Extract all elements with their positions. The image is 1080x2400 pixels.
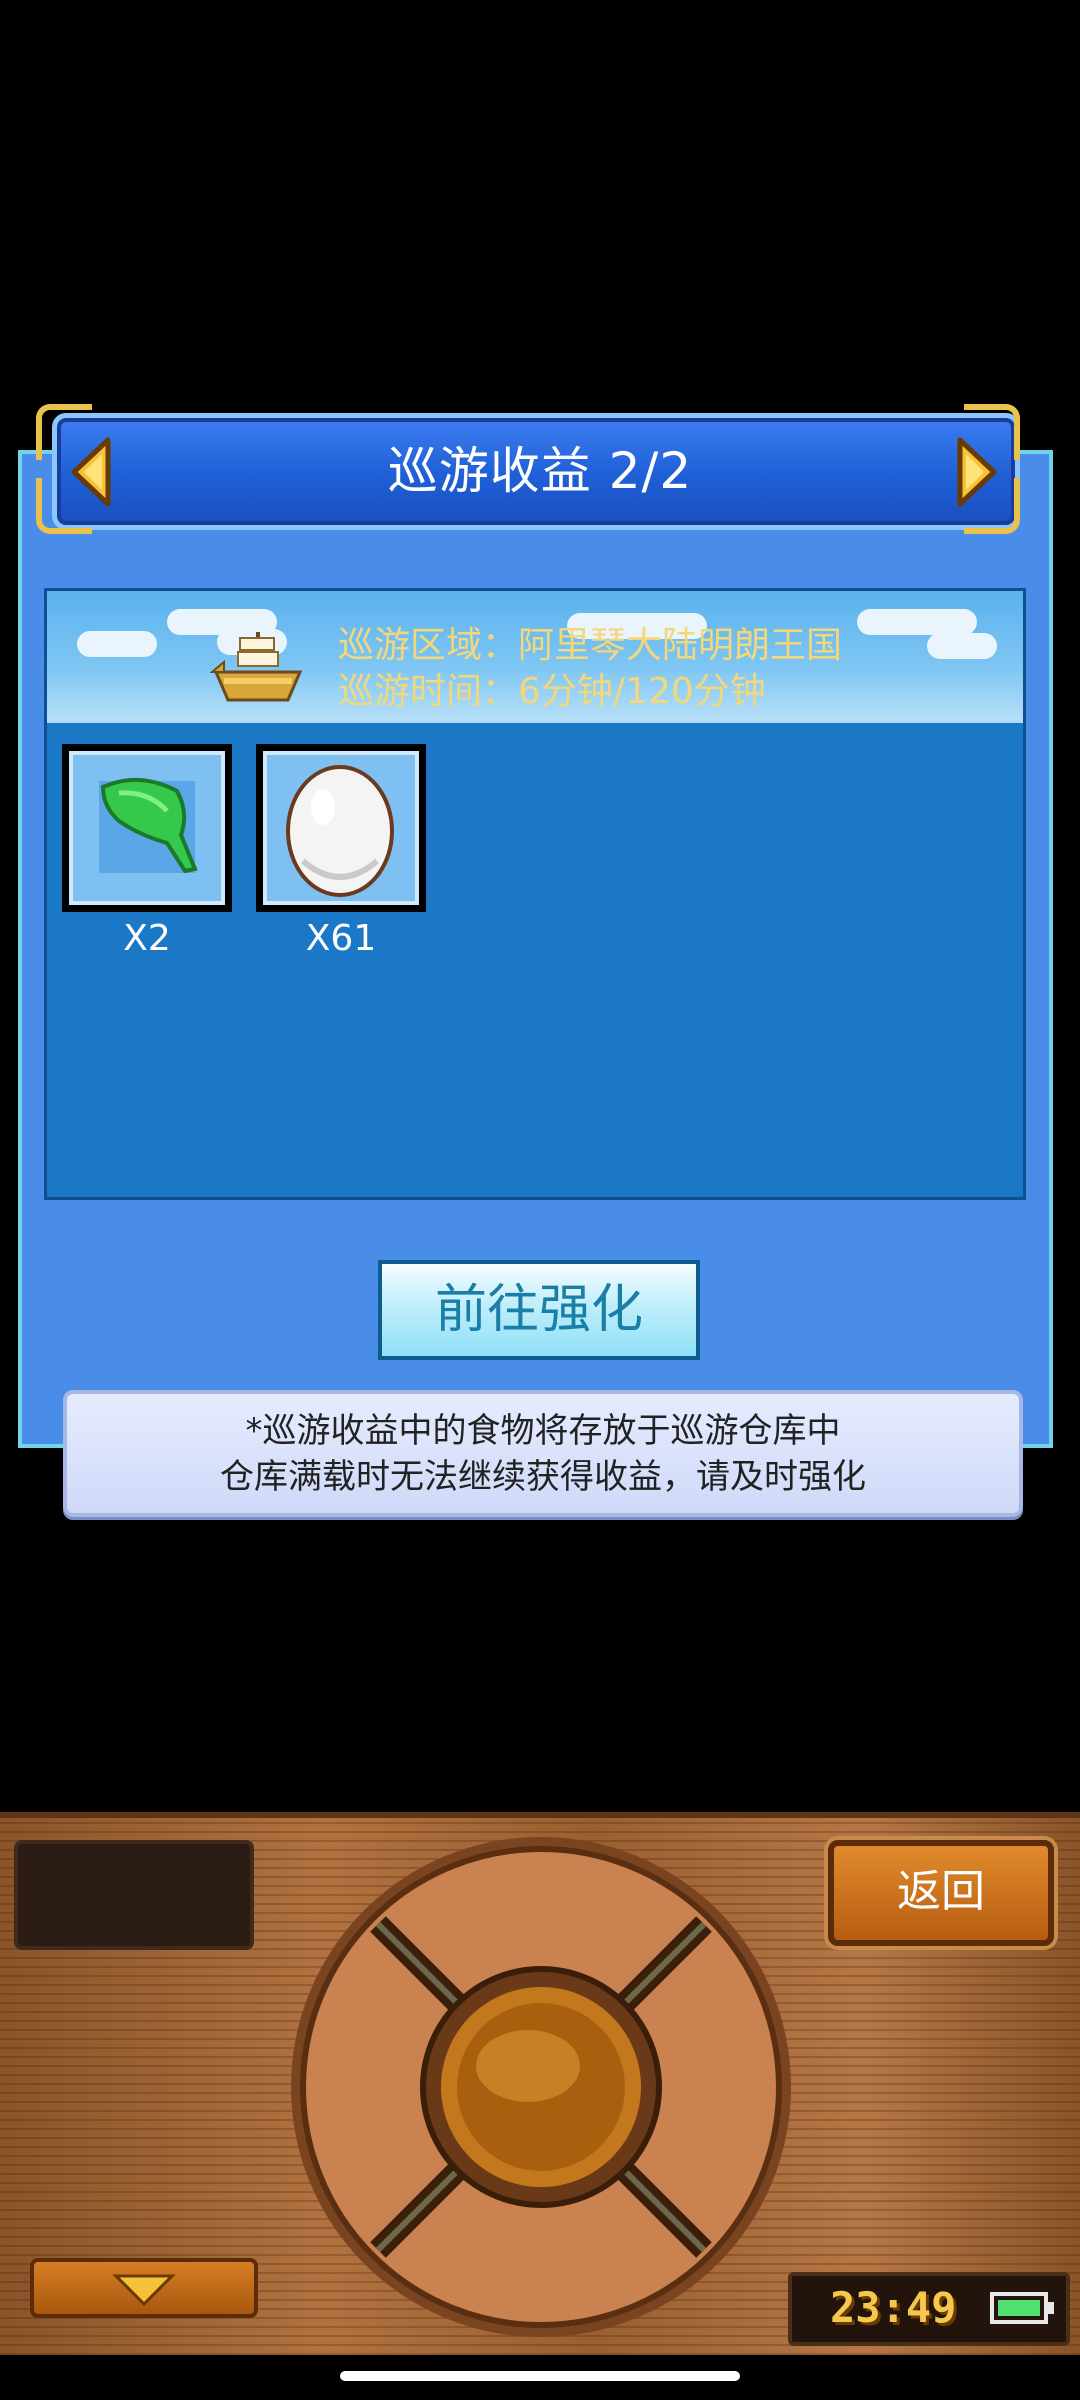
cruise-region-text: 巡游区域：阿里琴大陆明朗王国 — [338, 625, 843, 666]
reward-item-count: X61 — [305, 918, 377, 959]
cruise-ship-icon — [210, 632, 303, 702]
cruise-time-text: 巡游时间：6分钟/120分钟 — [338, 671, 766, 712]
storage-notice: *巡游收益中的食物将存放于巡游仓库中 仓库满载时无法继续获得收益，请及时强化 — [63, 1390, 1023, 1517]
go-strengthen-button[interactable]: 前往强化 — [378, 1260, 700, 1360]
battery-icon — [990, 2292, 1054, 2324]
down-arrow-icon — [112, 2274, 176, 2307]
back-button[interactable]: 返回 — [828, 1840, 1054, 1946]
dpad-control[interactable] — [288, 1834, 794, 2340]
notice-line-2: 仓库满载时无法继续获得收益，请及时强化 — [220, 1457, 866, 1497]
egg-icon — [286, 765, 394, 897]
menu-down-button[interactable] — [30, 2258, 258, 2318]
reward-item-count: X2 — [123, 918, 171, 959]
reward-item-slot[interactable] — [62, 744, 232, 912]
notice-line-1: *巡游收益中的食物将存放于巡游仓库中 — [245, 1411, 841, 1451]
dialog-title: 巡游收益 2/2 — [387, 442, 693, 500]
clock-time: 23:49 — [830, 2283, 957, 2332]
prev-page-arrow-icon[interactable] — [64, 432, 124, 512]
reward-item-slot[interactable] — [256, 744, 426, 912]
home-indicator[interactable] — [340, 2371, 740, 2381]
green-leaf-icon — [99, 777, 198, 874]
next-page-arrow-icon[interactable] — [944, 432, 1004, 512]
controller-screen-slot — [14, 1840, 254, 1950]
